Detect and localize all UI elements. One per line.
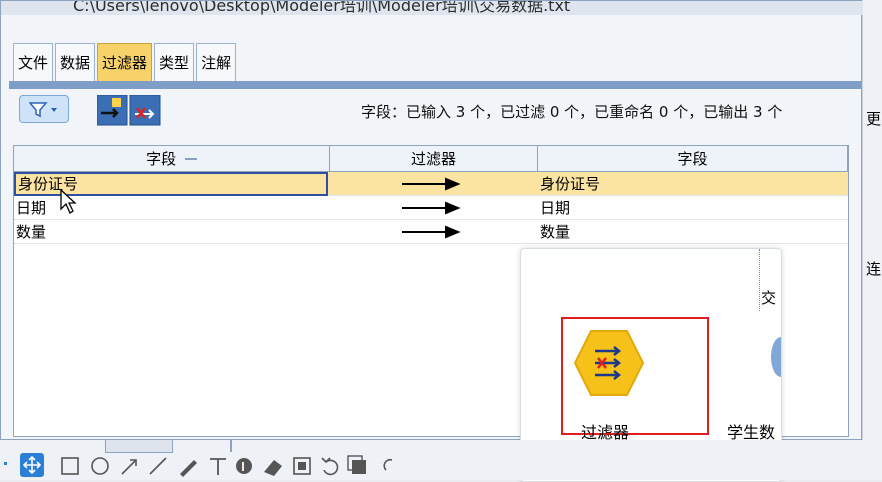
pass-fields-icon[interactable] [97, 95, 128, 126]
source-node-label: 交 [761, 289, 777, 307]
pass-arrow-icon[interactable] [400, 196, 464, 220]
annotation-tool-icons [4, 453, 393, 477]
copy-icon[interactable] [347, 455, 366, 474]
pass-arrow-icon[interactable] [400, 220, 464, 244]
pass-arrow-icon[interactable] [400, 172, 464, 196]
filter-node-icon[interactable] [573, 329, 645, 397]
arrow-icon[interactable] [121, 459, 137, 475]
annotation-toolbar [0, 440, 882, 480]
tab-type[interactable]: 类型 [154, 43, 195, 81]
funnel-icon [29, 102, 57, 118]
tab-filter[interactable]: 过滤器 [97, 43, 153, 81]
background-window-edge: 更 连 [862, 0, 882, 480]
column-header-filter[interactable]: 过滤器 [330, 146, 538, 172]
move-icon[interactable] [20, 453, 44, 477]
title-bar: C:\Users\lenovo\Desktop\Modeler培训\Modele… [1, 1, 863, 15]
tab-divider [9, 81, 861, 89]
output-name-cell[interactable]: 数量 [538, 220, 846, 244]
link-icon[interactable] [383, 458, 393, 471]
text-icon[interactable] [210, 458, 226, 475]
undo-icon[interactable] [321, 457, 339, 476]
tab-annotations[interactable]: 注解 [196, 43, 237, 81]
eraser-icon[interactable] [264, 460, 282, 476]
number-icon[interactable] [236, 458, 252, 474]
field-summary: 字段：已输入 3 个，已过滤 0 个，已重命名 0 个，已输出 3 个 [361, 103, 783, 121]
background-text: 连 [866, 260, 882, 278]
pen-icon[interactable] [180, 460, 197, 477]
student-node-icon[interactable] [771, 337, 781, 377]
column-header-input-field[interactable]: 字段 [14, 146, 330, 172]
filter-toolbar: 字段：已输入 3 个，已过滤 0 个，已重命名 0 个，已输出 3 个 [9, 89, 861, 137]
table-row[interactable]: 身份证号 身份证号 [14, 172, 848, 196]
table-row[interactable]: 数量 数量 [14, 220, 848, 244]
rectangle-icon[interactable] [61, 457, 79, 475]
tab-data[interactable]: 数据 [55, 43, 96, 81]
column-header-output-field[interactable]: 字段 [538, 146, 848, 172]
background-text: 更 [866, 110, 882, 128]
sort-icon [184, 158, 197, 160]
circle-icon[interactable] [91, 457, 109, 475]
tab-file[interactable]: 文件 [13, 43, 54, 81]
mouse-cursor-icon [60, 189, 77, 214]
dialog-tabs: 文件 数据 过滤器 类型 注解 [13, 43, 238, 81]
field-name-cell[interactable]: 数量 [14, 220, 328, 244]
table-row[interactable]: 日期 日期 [14, 196, 848, 220]
window-title: C:\Users\lenovo\Desktop\Modeler培训\Modele… [73, 1, 571, 15]
output-name-cell[interactable]: 身份证号 [538, 172, 846, 196]
toolbar-icons [97, 95, 161, 126]
output-name-cell[interactable]: 日期 [538, 196, 846, 220]
filter-options-dropdown[interactable] [19, 95, 69, 123]
line-icon[interactable] [149, 457, 167, 475]
mosaic-icon[interactable] [293, 457, 311, 475]
remove-fields-icon[interactable] [129, 95, 161, 126]
